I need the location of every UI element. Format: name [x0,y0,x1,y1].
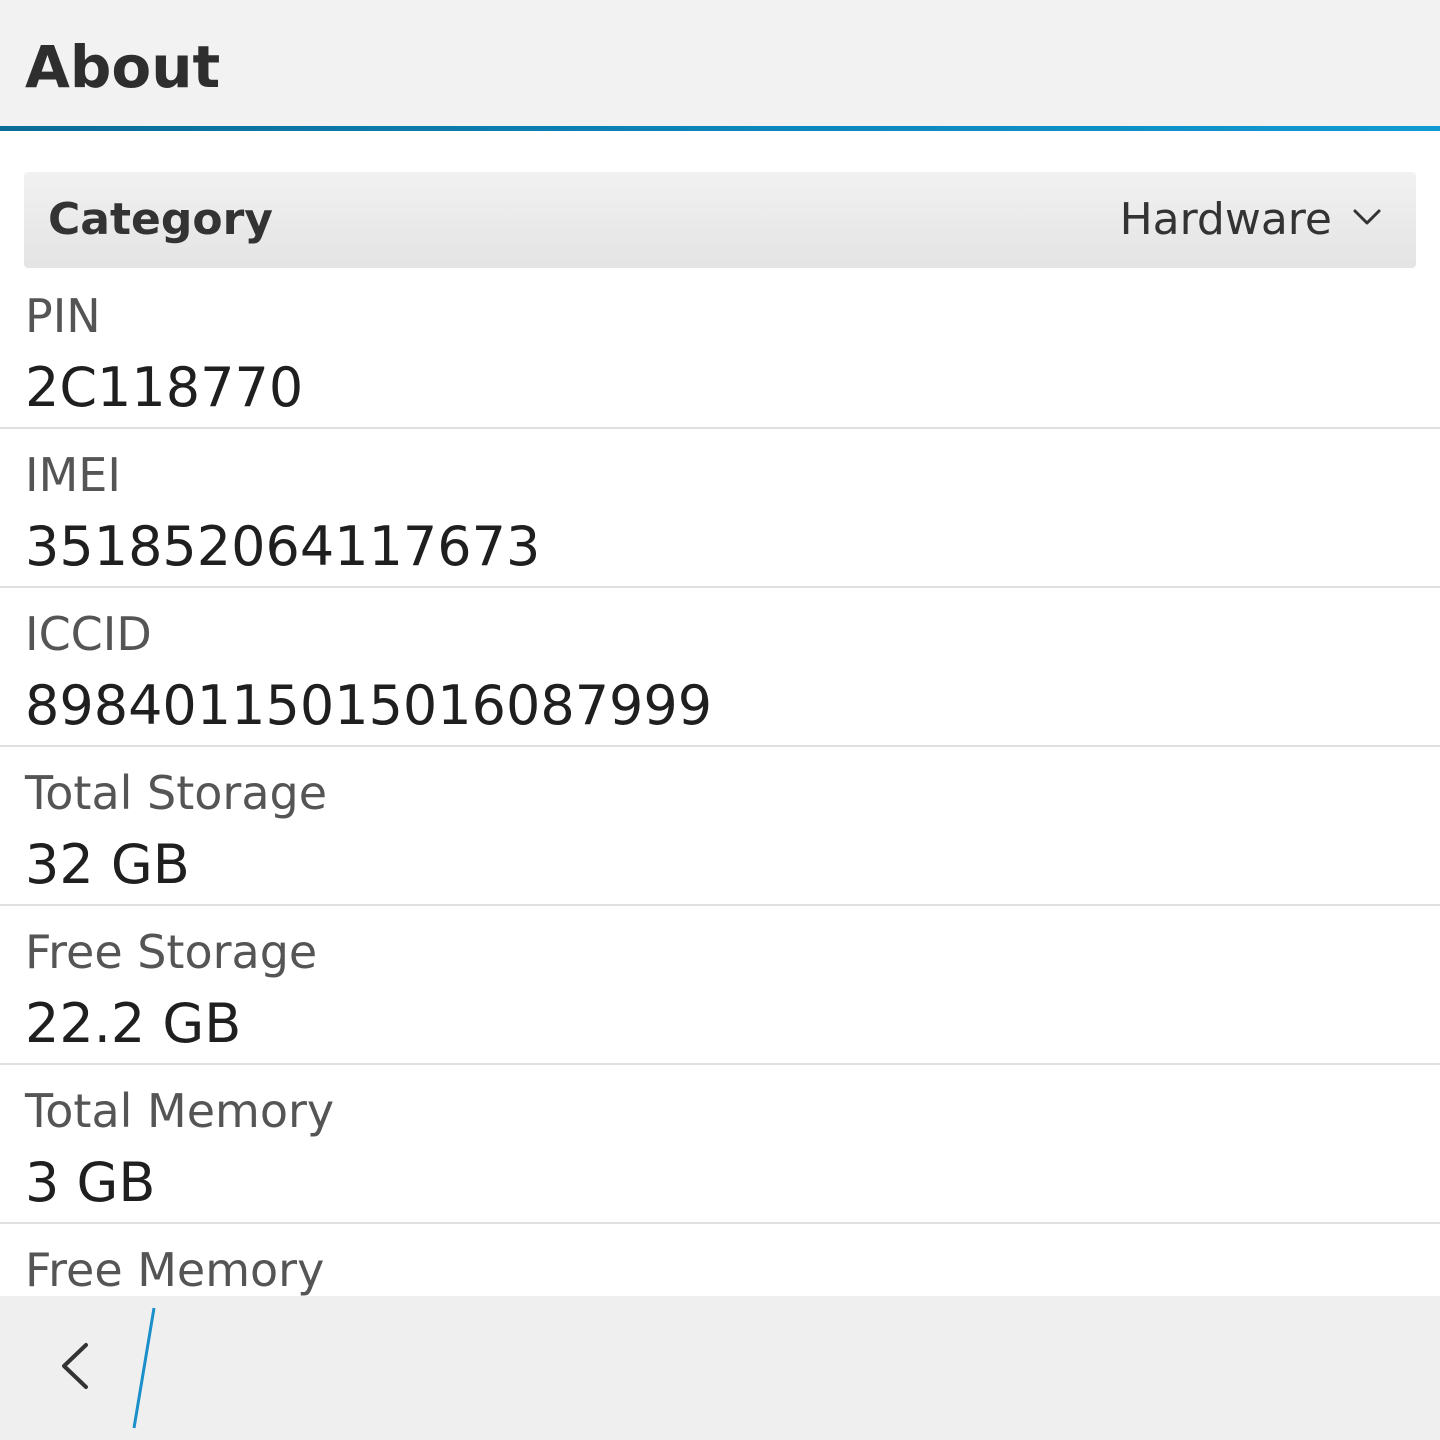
category-dropdown[interactable]: Category Hardware [24,172,1416,268]
title-bar-accent-line [0,126,1440,131]
list-item-imei[interactable]: IMEI 351852064117673 [0,429,1440,588]
chevron-down-icon [1353,209,1381,225]
list-item-pin[interactable]: PIN 2C118770 [0,270,1440,429]
title-bar: About [0,0,1440,126]
back-button[interactable] [40,1326,110,1406]
category-label: Category [48,194,273,245]
item-value: 3 GB [25,1151,156,1214]
item-value: 2C118770 [25,356,304,419]
item-label: IMEI [25,448,121,502]
item-label: PIN [25,289,101,343]
page-title: About [25,33,221,101]
info-list: PIN 2C118770 IMEI 351852064117673 ICCID … [0,270,1440,1296]
item-label: ICCID [25,607,152,661]
item-label: Free Storage [25,925,318,979]
list-item-free-memory[interactable]: Free Memory [0,1224,1440,1296]
item-label: Total Memory [25,1084,335,1138]
list-item-total-memory[interactable]: Total Memory 3 GB [0,1065,1440,1224]
item-label: Free Memory [25,1243,325,1296]
item-value: 32 GB [25,833,190,896]
item-value: 351852064117673 [25,515,541,578]
list-item-free-storage[interactable]: Free Storage 22.2 GB [0,906,1440,1065]
chevron-left-icon [62,1343,88,1389]
item-value: 89840115015016087999 [25,674,713,737]
action-bar [0,1296,1440,1440]
action-bar-divider [132,1307,156,1429]
category-selected-value: Hardware [1119,194,1332,245]
list-item-iccid[interactable]: ICCID 89840115015016087999 [0,588,1440,747]
item-value: 22.2 GB [25,992,242,1055]
list-item-total-storage[interactable]: Total Storage 32 GB [0,747,1440,906]
item-label: Total Storage [25,766,328,820]
